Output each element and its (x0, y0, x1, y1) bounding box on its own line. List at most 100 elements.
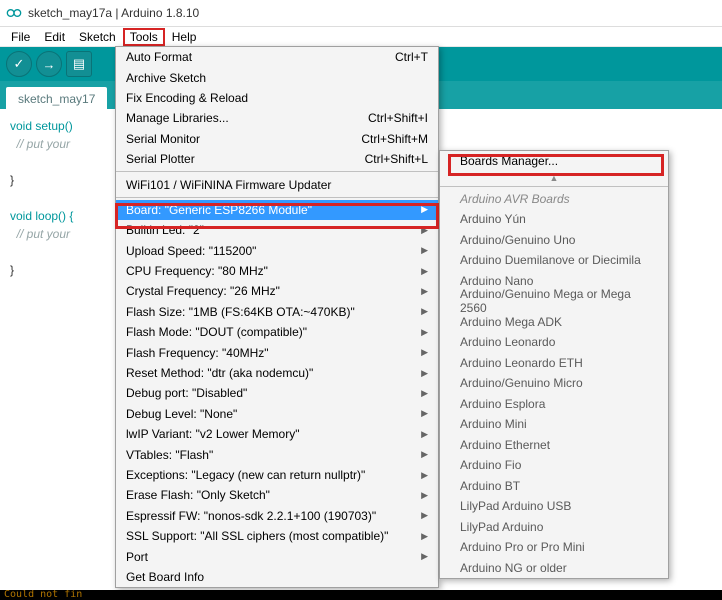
tab-sketch[interactable]: sketch_may17 (6, 87, 107, 109)
menu-item-label: Fix Encoding & Reload (126, 91, 248, 105)
board-item[interactable]: Arduino Yún (440, 209, 668, 230)
menu-item-label: Builtin Led: "2" (126, 223, 204, 237)
tools-item[interactable]: Serial Plotter Ctrl+Shift+L (116, 149, 438, 169)
menu-separator (116, 197, 438, 198)
board-item[interactable]: LilyPad Arduino USB (440, 496, 668, 517)
tools-item[interactable]: Serial Monitor Ctrl+Shift+M (116, 129, 438, 149)
menu-item-label: Port (126, 550, 148, 564)
menu-item-label: lwIP Variant: "v2 Lower Memory" (126, 427, 299, 441)
tools-item[interactable]: Reset Method: "dtr (aka nodemcu)" ▶ (116, 363, 438, 383)
tools-item[interactable]: Port ▶ (116, 546, 438, 566)
tools-item[interactable]: Builtin Led: "2"▶ (116, 220, 438, 240)
menu-item-label: Serial Monitor (126, 132, 200, 146)
menu-sketch[interactable]: Sketch (72, 28, 123, 46)
submenu-arrow-icon: ▶ (421, 245, 428, 256)
board-item[interactable]: Arduino Leonardo (440, 332, 668, 353)
code-text: } (10, 173, 14, 187)
menu-tools[interactable]: Tools (123, 28, 165, 46)
submenu-arrow-icon: ▶ (421, 286, 428, 297)
submenu-arrow-icon: ▶ (421, 510, 428, 521)
tools-item[interactable]: Auto Format Ctrl+T (116, 47, 438, 67)
tools-item[interactable]: Board: "Generic ESP8266 Module"▶ (116, 200, 438, 220)
tools-item[interactable]: Erase Flash: "Only Sketch"▶ (116, 485, 438, 505)
menu-separator (116, 171, 438, 172)
window-titlebar: sketch_may17a | Arduino 1.8.10 (0, 0, 722, 27)
tools-item[interactable]: Espressif FW: "nonos-sdk 2.2.1+100 (1907… (116, 506, 438, 526)
submenu-arrow-icon: ▶ (421, 408, 428, 419)
window-title: sketch_may17a | Arduino 1.8.10 (28, 6, 199, 20)
new-button[interactable]: ▤ (66, 51, 92, 77)
boards-manager-item[interactable]: Boards Manager... (440, 151, 668, 172)
submenu-arrow-icon: ▶ (421, 368, 428, 379)
tools-item[interactable]: Debug Level: "None" ▶ (116, 404, 438, 424)
board-item[interactable]: Arduino/Genuino Micro (440, 373, 668, 394)
menu-shortcut: Ctrl+T (395, 50, 428, 64)
submenu-arrow-icon: ▶ (421, 388, 428, 399)
tools-item[interactable]: Get Board Info (116, 567, 438, 587)
tools-item[interactable]: Crystal Frequency: "26 MHz"▶ (116, 281, 438, 301)
tools-item[interactable]: SSL Support: "All SSL ciphers (most comp… (116, 526, 438, 546)
verify-button[interactable]: ✓ (6, 51, 32, 77)
submenu-arrow-icon: ▶ (421, 347, 428, 358)
tools-item[interactable]: CPU Frequency: "80 MHz" ▶ (116, 261, 438, 281)
tools-item[interactable]: Manage Libraries...Ctrl+Shift+I (116, 108, 438, 128)
menu-item-label: CPU Frequency: "80 MHz" (126, 264, 268, 278)
submenu-arrow-icon: ▶ (421, 266, 428, 277)
tools-item[interactable]: lwIP Variant: "v2 Lower Memory"▶ (116, 424, 438, 444)
code-text: // put your (10, 137, 70, 151)
board-item[interactable]: Arduino Leonardo ETH (440, 353, 668, 374)
menu-help[interactable]: Help (165, 28, 204, 46)
menu-item-label: Debug port: "Disabled" (126, 386, 247, 400)
tools-item[interactable]: Flash Mode: "DOUT (compatible)" ▶ (116, 322, 438, 342)
menu-shortcut: Ctrl+Shift+M (361, 132, 428, 146)
submenu-arrow-icon: ▶ (421, 204, 428, 215)
submenu-arrow-icon: ▶ (421, 306, 428, 317)
board-item[interactable]: Arduino Ethernet (440, 435, 668, 456)
menu-item-label: Flash Mode: "DOUT (compatible)" (126, 325, 307, 339)
tools-item[interactable]: VTables: "Flash" ▶ (116, 444, 438, 464)
menu-item-label: Flash Size: "1MB (FS:64KB OTA:~470KB)" (126, 305, 355, 319)
upload-button[interactable]: → (36, 51, 62, 77)
menu-item-label: Upload Speed: "115200" (126, 244, 256, 258)
submenu-arrow-icon: ▶ (421, 551, 428, 562)
menu-item-label: Serial Plotter (126, 152, 195, 166)
menubar: FileEditSketchToolsHelp (0, 27, 722, 47)
tools-item[interactable]: Archive Sketch (116, 67, 438, 87)
code-text: void setup() (10, 119, 73, 133)
tools-item[interactable]: Debug port: "Disabled" ▶ (116, 383, 438, 403)
menu-item-label: Exceptions: "Legacy (new can return null… (126, 468, 365, 482)
menu-item-label: Auto Format (126, 50, 192, 64)
tools-item[interactable]: Upload Speed: "115200" ▶ (116, 241, 438, 261)
board-item[interactable]: Arduino BT (440, 476, 668, 497)
board-item[interactable]: Arduino Mini (440, 414, 668, 435)
board-item[interactable]: Arduino NG or older (440, 558, 668, 579)
board-item[interactable]: Arduino Duemilanove or Diecimila (440, 250, 668, 271)
submenu-arrow-icon: ▶ (421, 470, 428, 481)
board-item[interactable]: Arduino/Genuino Uno (440, 230, 668, 251)
scroll-up-icon[interactable]: ▲ (440, 172, 668, 184)
tools-item[interactable]: Fix Encoding & Reload (116, 88, 438, 108)
menu-item-label: Debug Level: "None" (126, 407, 237, 421)
code-text: // put your (10, 227, 70, 241)
submenu-arrow-icon: ▶ (421, 449, 428, 460)
menu-file[interactable]: File (4, 28, 37, 46)
submenu-arrow-icon: ▶ (421, 327, 428, 338)
menu-edit[interactable]: Edit (37, 28, 72, 46)
menu-item-label: VTables: "Flash" (126, 448, 213, 462)
tools-item[interactable]: Exceptions: "Legacy (new can return null… (116, 465, 438, 485)
menu-item-label: Manage Libraries... (126, 111, 229, 125)
menu-item-label: Flash Frequency: "40MHz" (126, 346, 269, 360)
tools-item[interactable]: WiFi101 / WiFiNINA Firmware Updater (116, 174, 438, 194)
board-item[interactable]: Arduino Fio (440, 455, 668, 476)
board-item[interactable]: Arduino/Genuino Mega or Mega 2560 (440, 291, 668, 312)
board-item[interactable]: Arduino Pro or Pro Mini (440, 537, 668, 558)
tools-item[interactable]: Flash Size: "1MB (FS:64KB OTA:~470KB)" ▶ (116, 302, 438, 322)
submenu-arrow-icon: ▶ (421, 490, 428, 501)
tools-item[interactable]: Flash Frequency: "40MHz" ▶ (116, 342, 438, 362)
menu-shortcut: Ctrl+Shift+L (365, 152, 428, 166)
menu-item-label: Reset Method: "dtr (aka nodemcu)" (126, 366, 313, 380)
tools-menu-dropdown: Auto Format Ctrl+T Archive Sketch Fix Encod… (115, 46, 439, 588)
board-item[interactable]: Arduino Esplora (440, 394, 668, 415)
menu-item-label: WiFi101 / WiFiNINA Firmware Updater (126, 178, 331, 192)
board-item[interactable]: LilyPad Arduino (440, 517, 668, 538)
